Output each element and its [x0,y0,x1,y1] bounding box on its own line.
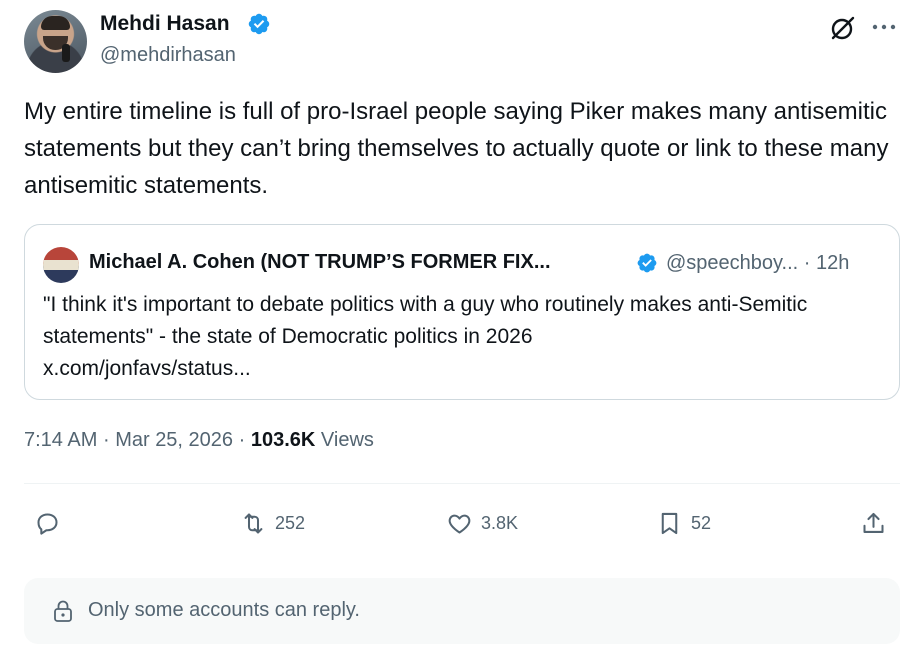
repost-icon [244,512,263,534]
meta-separator: · [238,429,246,451]
bookmark-count: 52 [691,512,712,533]
tweet-time[interactable]: 7:14 AM [24,429,97,451]
like-count: 3.8K [481,512,519,533]
tweet-date[interactable]: Mar 25, 2026 [115,429,233,451]
quoted-handle-time[interactable]: @speechboy... · 12h [666,252,849,275]
tweet-text: My entire timeline is full of pro-Israel… [24,98,889,199]
quoted-body: "I think it's important to debate politi… [43,293,808,348]
quoted-tweet[interactable]: Michael A. Cohen (NOT TRUMP’S FORMER FIX… [24,224,900,400]
tweet-meta: 7:14 AM · Mar 25, 2026 · 103.6K Views [24,429,374,452]
action-bar: 252 3.8K 52 [0,500,923,546]
views-label: Views [320,429,374,451]
author-name[interactable]: Mehdi Hasan [100,12,230,36]
share-button[interactable] [860,500,887,546]
views-count: 103.6K [250,429,316,451]
quoted-author-avatar[interactable] [43,247,79,283]
reply-button[interactable] [34,500,61,546]
repost-button[interactable]: 252 [240,500,305,546]
quoted-link[interactable]: x.com/jonfavs/status... [43,357,251,380]
author-avatar[interactable] [24,10,87,73]
like-icon [448,514,471,534]
author-handle[interactable]: @mehdirhasan [100,44,236,67]
verified-badge-icon [248,13,270,35]
grok-icon[interactable] [829,14,857,42]
tweet: Mehdi Hasan @mehdirhasan My entire timel… [0,0,923,665]
repost-count: 252 [275,512,306,533]
reply-restriction-notice: Only some accounts can reply. [24,578,900,644]
reply-icon [37,512,58,535]
like-button[interactable]: 3.8K [446,500,518,546]
lock-icon [54,600,72,622]
quoted-author-name[interactable]: Michael A. Cohen (NOT TRUMP’S FORMER FIX… [89,251,551,274]
more-icon[interactable] [870,22,898,32]
bookmark-button[interactable]: 52 [656,500,711,546]
bookmark-icon [661,512,678,534]
verified-badge-icon [637,253,657,273]
meta-separator: · [102,429,110,451]
divider [24,483,900,484]
share-icon [863,512,884,533]
reply-restriction-text: Only some accounts can reply. [88,599,360,621]
quoted-text: "I think it's important to debate politi… [43,289,891,385]
